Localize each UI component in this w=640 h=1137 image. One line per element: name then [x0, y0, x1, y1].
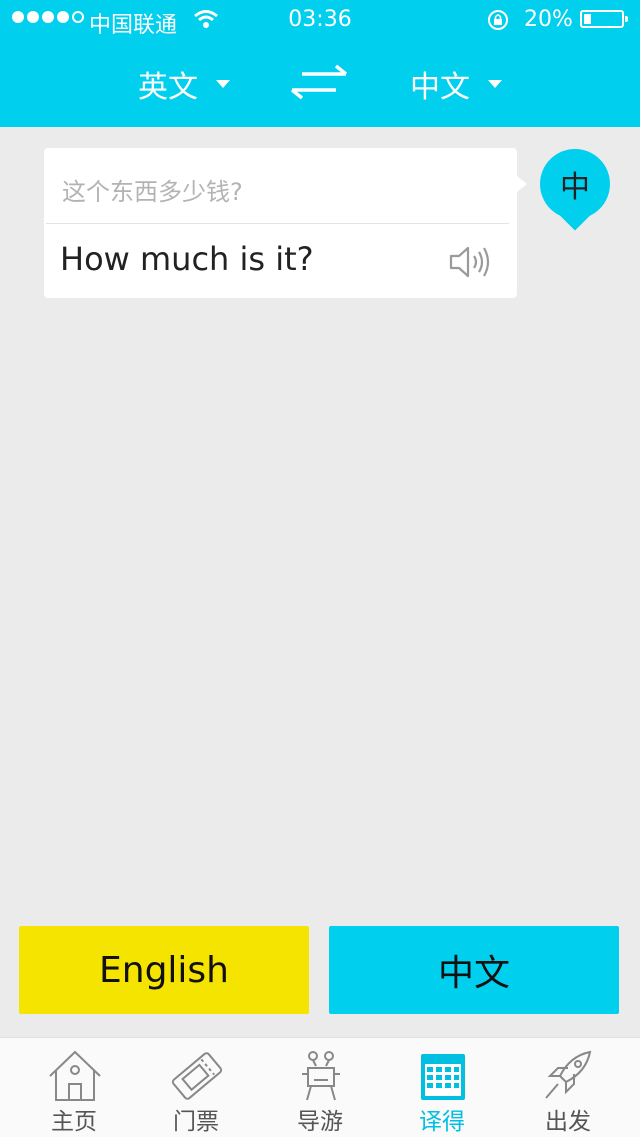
english-speak-button[interactable]: English [19, 926, 309, 1014]
rocket-icon [545, 1050, 592, 1099]
tab-translate[interactable]: 译得 [378, 1038, 506, 1137]
guide-icon [302, 1051, 340, 1101]
tab-label: 导游 [297, 1109, 343, 1135]
tab-label: 出发 [545, 1109, 591, 1135]
battery-icon [580, 10, 628, 28]
target-language-label: 中文 [410, 70, 470, 105]
chevron-down-icon [216, 80, 230, 88]
tab-home[interactable]: 主页 [10, 1038, 138, 1137]
speaker-icon[interactable] [448, 244, 492, 280]
status-bar: 中国联通 03:36 20% [0, 0, 640, 40]
ticket-icon [171, 1052, 223, 1100]
home-icon [49, 1050, 101, 1101]
chinese-speak-button[interactable]: 中文 [329, 926, 619, 1014]
tab-label: 门票 [173, 1109, 219, 1135]
header: 中国联通 03:36 20% 英文 中文 [0, 0, 640, 127]
tab-tickets[interactable]: 门票 [132, 1038, 260, 1137]
chevron-down-icon [488, 80, 502, 88]
source-text: 这个东西多少钱? [62, 178, 243, 206]
speaker-badge: 中 [540, 149, 610, 219]
battery-percent: 20% [524, 7, 573, 32]
divider [46, 223, 509, 224]
source-language-label: 英文 [138, 70, 198, 105]
translated-text: How much is it? [60, 240, 314, 278]
tab-depart[interactable]: 出发 [504, 1038, 632, 1137]
swap-arrows-icon[interactable] [288, 64, 350, 100]
target-language-selector[interactable]: 中文 [410, 62, 502, 106]
source-language-selector[interactable]: 英文 [138, 62, 230, 106]
tab-label: 译得 [419, 1109, 465, 1135]
rotation-lock-icon [488, 10, 508, 30]
tab-guide[interactable]: 导游 [256, 1038, 384, 1137]
tab-bar: 主页 门票 导游 译得 出发 [0, 1037, 640, 1137]
translation-card[interactable]: 这个东西多少钱? How much is it? [44, 148, 527, 298]
tab-label: 主页 [51, 1109, 97, 1135]
calendar-icon [421, 1054, 465, 1100]
